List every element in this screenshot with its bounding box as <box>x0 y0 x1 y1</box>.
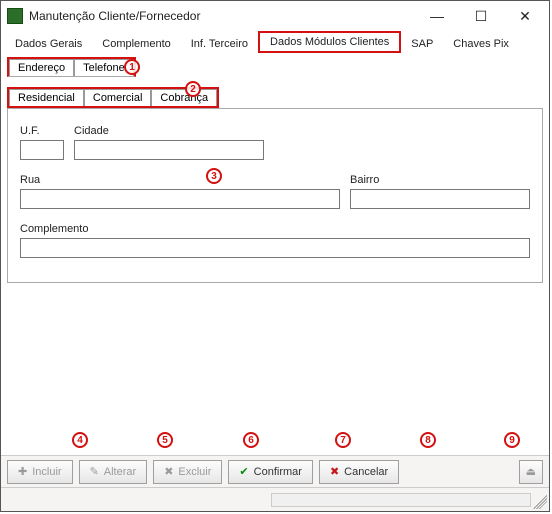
tab-chaves-pix[interactable]: Chaves Pix <box>443 35 519 53</box>
plus-icon: ✚ <box>18 465 27 478</box>
tab-endereco[interactable]: Endereço <box>9 59 74 76</box>
delete-icon: ✖ <box>164 465 173 478</box>
cancel-icon: ✖ <box>330 465 339 478</box>
alterar-label: Alterar <box>104 466 136 478</box>
sub-tab-group-contact: Endereço Telefone <box>7 57 136 77</box>
minimize-button[interactable]: — <box>415 2 459 30</box>
tab-dados-gerais[interactable]: Dados Gerais <box>5 35 92 53</box>
excluir-button[interactable]: ✖ Excluir <box>153 460 222 484</box>
uf-input[interactable] <box>20 140 64 160</box>
app-icon <box>7 8 23 24</box>
uf-label: U.F. <box>20 125 64 137</box>
resize-grip[interactable] <box>533 495 547 509</box>
edit-icon: ✎ <box>90 465 99 478</box>
complemento-label: Complemento <box>20 223 530 235</box>
exit-button[interactable]: ⏏ <box>519 460 543 484</box>
cancelar-label: Cancelar <box>344 466 388 478</box>
cidade-input[interactable] <box>74 140 264 160</box>
confirmar-label: Confirmar <box>254 466 302 478</box>
action-toolbar: ✚ Incluir ✎ Alterar ✖ Excluir ✔ Confirma… <box>1 455 549 487</box>
main-tab-strip: Dados Gerais Complemento Inf. Terceiro D… <box>1 31 549 53</box>
cidade-label: Cidade <box>74 125 264 137</box>
excluir-label: Excluir <box>178 466 211 478</box>
sub-tab-group-address-type: Residencial Comercial Cobrança <box>7 87 219 108</box>
confirmar-button[interactable]: ✔ Confirmar <box>228 460 313 484</box>
tab-residencial[interactable]: Residencial <box>9 89 84 106</box>
maximize-button[interactable]: ☐ <box>459 2 503 30</box>
rua-input[interactable] <box>20 189 340 209</box>
tab-sap[interactable]: SAP <box>401 35 443 53</box>
titlebar: Manutenção Cliente/Fornecedor — ☐ ✕ <box>1 1 549 31</box>
close-button[interactable]: ✕ <box>503 2 547 30</box>
rua-label: Rua <box>20 174 340 186</box>
complemento-input[interactable] <box>20 238 530 258</box>
window-title: Manutenção Cliente/Fornecedor <box>29 9 415 23</box>
exit-icon: ⏏ <box>526 465 536 478</box>
horizontal-scrollbar[interactable] <box>271 493 531 507</box>
app-window: Manutenção Cliente/Fornecedor — ☐ ✕ Dado… <box>0 0 550 512</box>
bairro-input[interactable] <box>350 189 530 209</box>
tab-dados-modulos-clientes[interactable]: Dados Módulos Clientes <box>258 31 401 53</box>
incluir-label: Incluir <box>32 466 61 478</box>
statusbar <box>1 487 549 511</box>
tab-telefone[interactable]: Telefone <box>74 59 134 76</box>
tab-complemento[interactable]: Complemento <box>92 35 180 53</box>
content-area: Endereço Telefone Residencial Comercial … <box>1 53 549 455</box>
tab-comercial[interactable]: Comercial <box>84 89 152 106</box>
alterar-button[interactable]: ✎ Alterar <box>79 460 148 484</box>
check-icon: ✔ <box>239 465 248 478</box>
tab-inf-terceiro[interactable]: Inf. Terceiro <box>181 35 258 53</box>
bairro-label: Bairro <box>350 174 530 186</box>
address-form-panel: U.F. Cidade Rua Bairro <box>7 108 543 283</box>
incluir-button[interactable]: ✚ Incluir <box>7 460 73 484</box>
cancelar-button[interactable]: ✖ Cancelar <box>319 460 399 484</box>
tab-cobranca[interactable]: Cobrança <box>151 89 217 106</box>
window-controls: — ☐ ✕ <box>415 2 547 30</box>
